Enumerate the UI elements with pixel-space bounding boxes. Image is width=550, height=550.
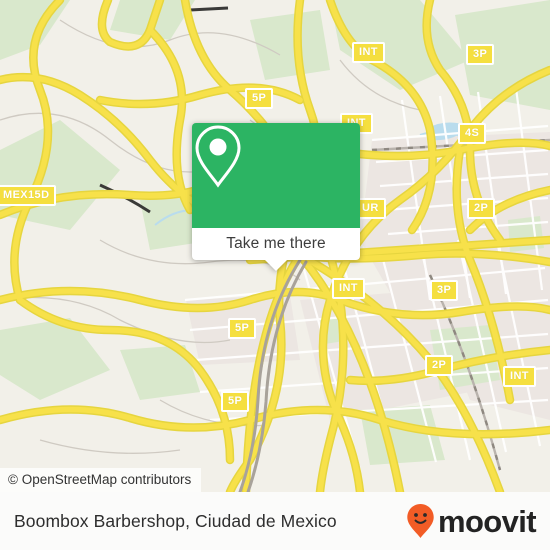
- road-shield: 5P: [228, 318, 257, 339]
- destination-popup[interactable]: Take me there: [192, 123, 360, 271]
- road-shield: 2P: [467, 198, 496, 219]
- place-title: Boombox Barbershop, Ciudad de Mexico: [14, 510, 337, 531]
- footer-bar: Boombox Barbershop, Ciudad de Mexico moo…: [0, 492, 550, 550]
- take-me-there-label: Take me there: [226, 235, 326, 252]
- road-shield: 5P: [221, 391, 250, 412]
- road-shield: 5P: [245, 88, 274, 109]
- road-shield: 2P: [425, 355, 454, 376]
- road-shield: INT: [352, 42, 385, 63]
- road-shield: MEX15D: [0, 185, 57, 206]
- moovit-smiley-pin-icon: [407, 504, 434, 538]
- road-shield: INT: [503, 366, 536, 387]
- moovit-brand[interactable]: moovit: [406, 503, 537, 539]
- take-me-there-button[interactable]: Take me there: [192, 228, 360, 271]
- popup-pointer-tail: [265, 260, 287, 271]
- moovit-wordmark: moovit: [437, 503, 537, 539]
- map-canvas[interactable]: INT 3P 5P INT 4S MEX15D UR 2P INT 3P 5P …: [0, 0, 550, 492]
- popup-header: [192, 123, 360, 228]
- road-shield: 4S: [458, 123, 487, 144]
- map-screenshot: INT 3P 5P INT 4S MEX15D UR 2P INT 3P 5P …: [0, 0, 550, 550]
- map-attribution[interactable]: © OpenStreetMap contributors: [0, 468, 202, 492]
- road-shield: 3P: [466, 44, 495, 65]
- road-shield: 3P: [430, 280, 459, 301]
- map-pin-icon: [195, 125, 241, 188]
- road-shield: INT: [332, 278, 365, 299]
